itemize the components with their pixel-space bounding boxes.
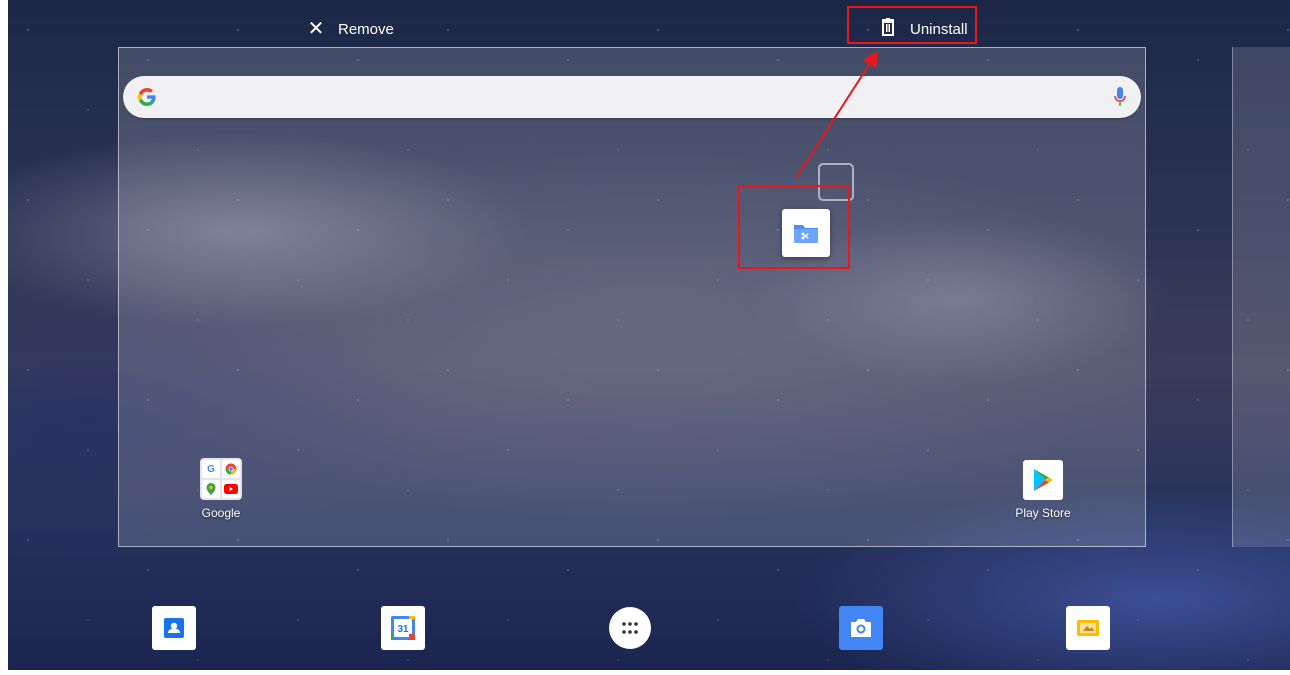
uninstall-highlight-box bbox=[847, 6, 977, 44]
google-g-icon bbox=[138, 88, 156, 106]
calendar-day: 31 bbox=[397, 624, 409, 635]
play-store-app[interactable]: Play Store bbox=[998, 460, 1088, 520]
remove-label: Remove bbox=[338, 20, 394, 38]
dock-calendar-app[interactable]: 31 bbox=[381, 606, 425, 650]
google-search-bar[interactable] bbox=[123, 76, 1141, 118]
dragged-files-app[interactable] bbox=[782, 209, 830, 257]
slides-icon bbox=[1077, 620, 1099, 636]
youtube-icon bbox=[222, 480, 240, 498]
adjacent-workspace-page[interactable] bbox=[1232, 47, 1290, 547]
google-g-icon: G bbox=[202, 460, 220, 478]
close-icon: ✕ bbox=[307, 18, 325, 40]
maps-icon bbox=[202, 480, 220, 498]
google-folder-label: Google bbox=[201, 506, 241, 520]
calendar-icon: 31 bbox=[391, 616, 415, 640]
dock-contacts-app[interactable] bbox=[152, 606, 196, 650]
dock-camera-app[interactable] bbox=[839, 606, 883, 650]
remove-drop-target[interactable]: ✕ Remove bbox=[306, 14, 394, 44]
all-apps-icon bbox=[622, 622, 638, 634]
all-apps-button[interactable] bbox=[608, 606, 652, 650]
dock-slides-app[interactable] bbox=[1066, 606, 1110, 650]
chrome-icon bbox=[222, 460, 240, 478]
play-store-icon bbox=[1023, 460, 1063, 500]
google-folder[interactable]: G Google bbox=[176, 458, 266, 520]
camera-icon bbox=[851, 619, 871, 637]
mic-icon[interactable] bbox=[1113, 86, 1127, 108]
home-screen: ✕ Remove Uninstall G Google Play Store 3… bbox=[8, 0, 1290, 670]
workspace-page[interactable] bbox=[118, 47, 1146, 547]
google-folder-icon: G bbox=[200, 458, 242, 500]
contacts-icon bbox=[164, 618, 184, 638]
play-store-label: Play Store bbox=[1015, 506, 1071, 520]
files-icon bbox=[794, 225, 818, 243]
